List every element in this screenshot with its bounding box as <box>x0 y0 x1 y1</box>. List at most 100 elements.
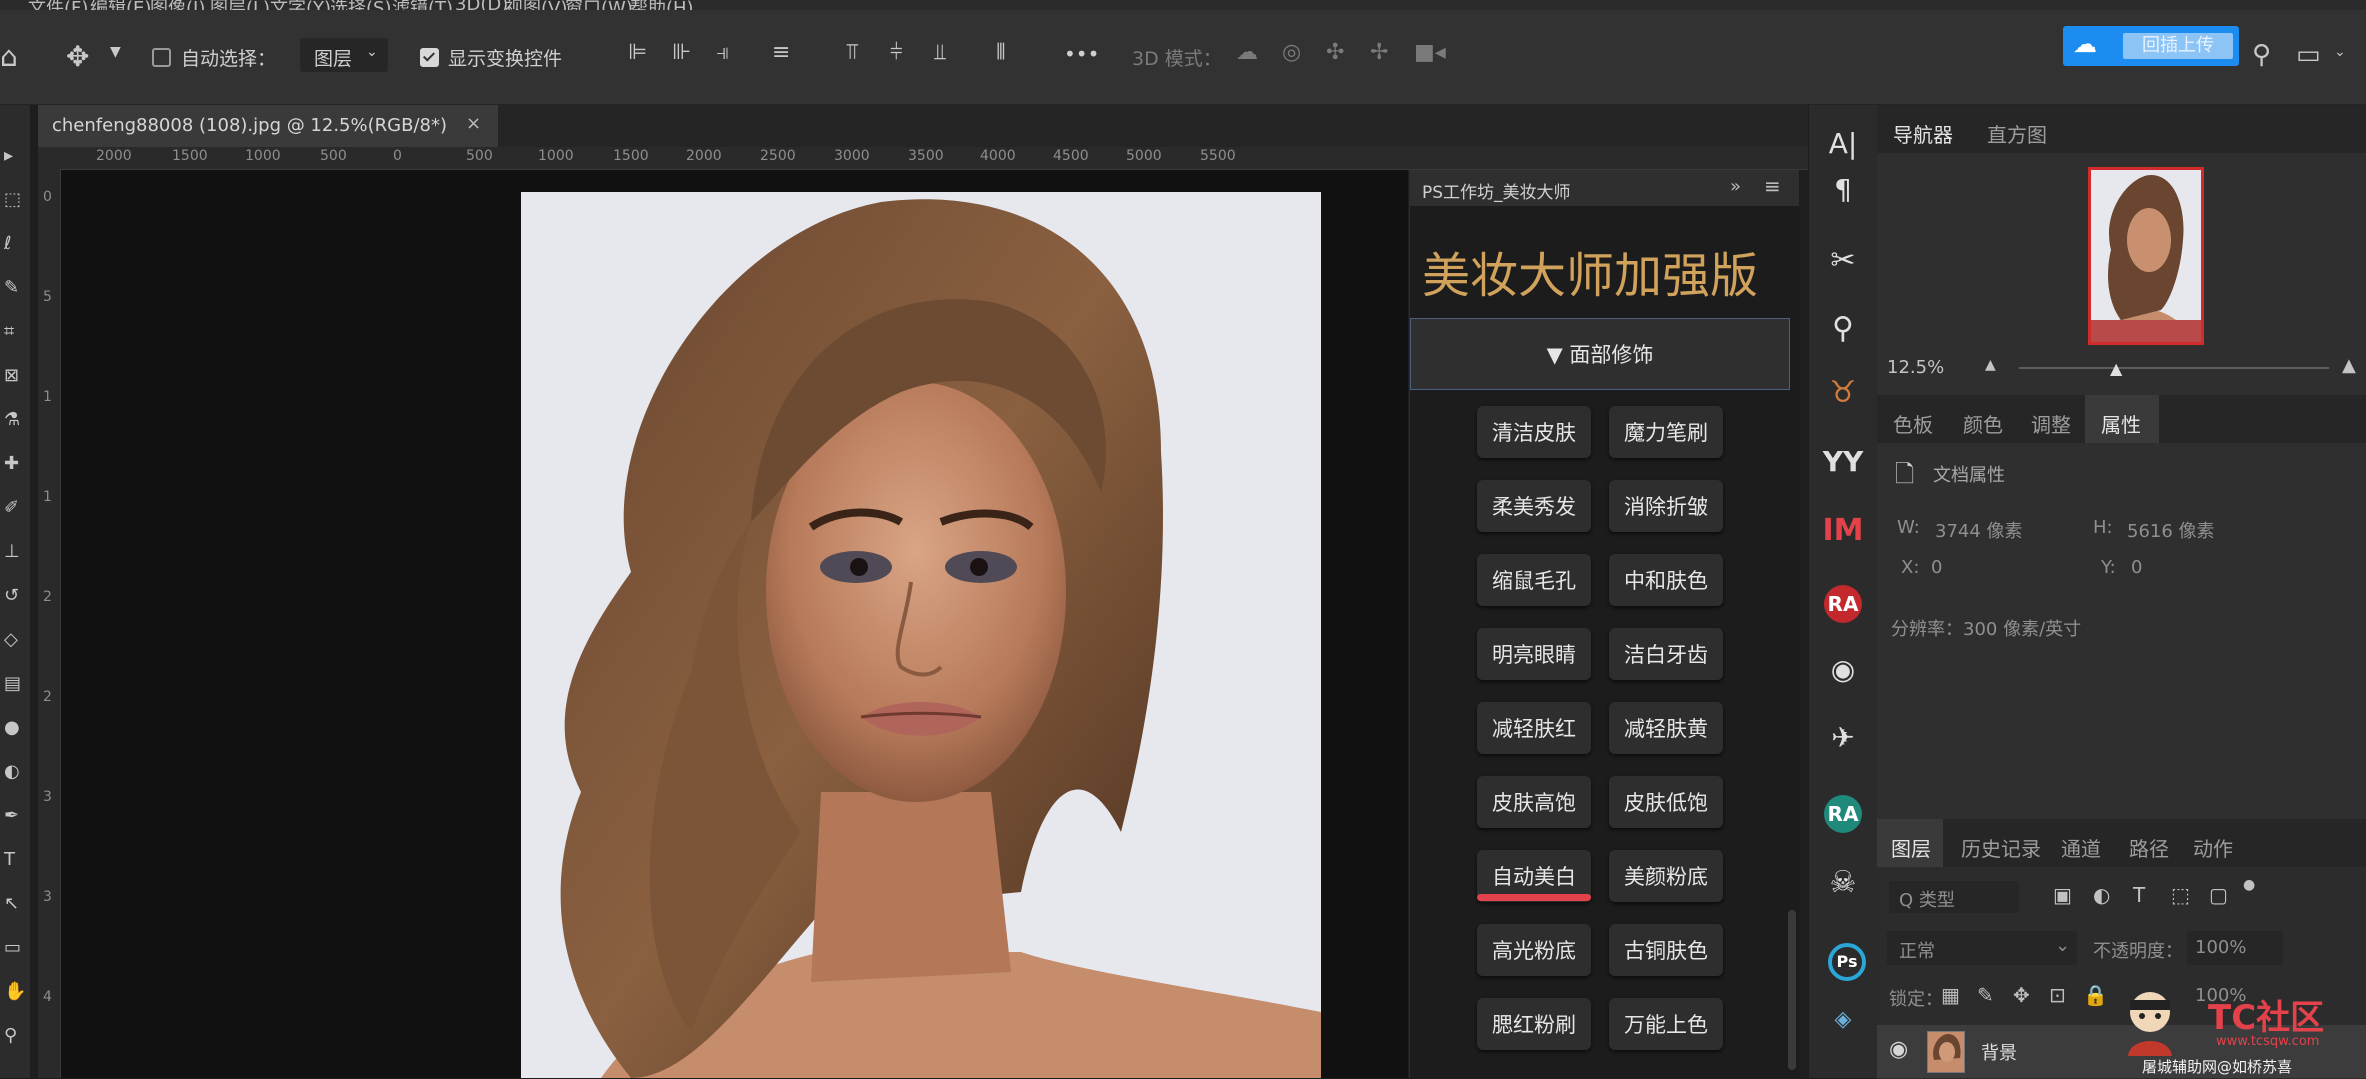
opacity-field[interactable]: 100% <box>2187 931 2283 965</box>
gradient-tool-icon[interactable]: ▤ <box>4 673 21 694</box>
filter-toggle-icon[interactable]: ● <box>2243 877 2255 893</box>
collapse-icon[interactable]: » <box>1730 176 1741 197</box>
lock-position-icon[interactable]: ✥ <box>2013 983 2030 1007</box>
panel-menu-icon[interactable]: ≡ <box>1764 174 1781 198</box>
tab-paths[interactable]: 路径 <box>2129 833 2169 862</box>
plugin-tab-title[interactable]: PS工作坊_美妆大师 <box>1422 178 1571 203</box>
tab-properties[interactable]: 属性 <box>2101 409 2141 438</box>
yy-plugin-icon[interactable]: YY <box>1809 445 1877 478</box>
shield-plugin-icon[interactable]: ◈ <box>1809 1007 1877 1032</box>
distribute-vertical-icon[interactable]: ⦀ <box>996 40 1006 65</box>
zoom-slider-track[interactable] <box>2019 367 2329 369</box>
crop-tool-icon[interactable]: ⌗ <box>4 321 14 342</box>
align-left-icon[interactable]: ⊫ <box>628 40 647 65</box>
clean-skin-button[interactable]: 清洁皮肤 <box>1477 406 1591 458</box>
white-teeth-button[interactable]: 洁白牙齿 <box>1609 628 1723 680</box>
blend-mode-dropdown[interactable]: 正常 ⌄ <box>1887 931 2077 965</box>
show-transform-checkbox[interactable] <box>420 48 439 67</box>
quick-select-tool-icon[interactable]: ✎ <box>4 277 19 298</box>
eyedropper-tool-icon[interactable]: ⚗ <box>4 409 20 430</box>
blush-brush-button[interactable]: 腮红粉刷 <box>1477 998 1591 1050</box>
layer-name[interactable]: 背景 <box>1981 1039 2017 1065</box>
distribute-icon[interactable]: ≡ <box>772 40 790 65</box>
skin-low-saturation-button[interactable]: 皮肤低饱 <box>1609 776 1723 828</box>
hand-tool-icon[interactable]: ✋ <box>4 981 26 1002</box>
zoom-slider-handle[interactable]: ▲ <box>2110 359 2122 378</box>
close-icon[interactable]: × <box>466 113 481 134</box>
home-icon[interactable]: ⌂ <box>0 40 18 73</box>
paragraph-panel-icon[interactable]: ¶ <box>1809 173 1877 206</box>
lock-artboard-icon[interactable]: ⊡ <box>2049 983 2066 1007</box>
filter-pixel-icon[interactable]: ▣ <box>2053 883 2072 907</box>
workspace-icon[interactable]: ▭ <box>2296 40 2321 70</box>
more-options-button[interactable]: ••• <box>1064 42 1099 66</box>
filter-smart-object-icon[interactable]: ▢ <box>2209 883 2228 907</box>
3d-pan-icon[interactable]: ✣ <box>1326 40 1344 65</box>
filter-shape-icon[interactable]: ⬚ <box>2171 883 2190 907</box>
skin-high-saturation-button[interactable]: 皮肤高饱 <box>1477 776 1591 828</box>
tab-channels[interactable]: 通道 <box>2061 833 2101 862</box>
section-face-retouch[interactable]: ▼ 面部修饰 <box>1410 318 1790 390</box>
bright-eyes-button[interactable]: 明亮眼睛 <box>1477 628 1591 680</box>
camera-plugin-icon[interactable]: ◉ <box>1809 653 1877 686</box>
tab-layers[interactable]: 图层 <box>1891 833 1931 862</box>
highlight-foundation-button[interactable]: 高光粉底 <box>1477 924 1591 976</box>
align-hcenter-icon[interactable]: ⊪ <box>672 40 691 65</box>
shrink-pores-button[interactable]: 缩鼠毛孔 <box>1477 554 1591 606</box>
healing-tool-icon[interactable]: ✚ <box>4 453 19 474</box>
height-value[interactable]: 5616 像素 <box>2127 517 2215 543</box>
blur-tool-icon[interactable]: ● <box>4 717 20 738</box>
lock-pixels-icon[interactable]: ✎ <box>1977 983 1994 1007</box>
reduce-yellow-button[interactable]: 减轻肤黄 <box>1609 702 1723 754</box>
filter-type-icon[interactable]: T <box>2133 883 2145 907</box>
3d-roll-icon[interactable]: ◎ <box>1282 40 1301 65</box>
lasso-tool-icon[interactable]: ℓ <box>4 233 11 254</box>
soft-hair-button[interactable]: 柔美秀发 <box>1477 480 1591 532</box>
lock-all-icon[interactable]: 🔒 <box>2083 983 2108 1007</box>
bronze-skin-button[interactable]: 古铜肤色 <box>1609 924 1723 976</box>
marquee-tool-icon[interactable]: ⬚ <box>4 189 21 210</box>
y-value[interactable]: 0 <box>2131 557 2142 578</box>
3d-orbit-icon[interactable]: ☁ <box>1236 40 1258 65</box>
layer-filter-dropdown[interactable]: Q 类型 <box>1889 881 2019 913</box>
x-value[interactable]: 0 <box>1931 557 1942 578</box>
pen-tool-icon[interactable]: ✒ <box>4 805 19 826</box>
search-icon[interactable]: ⚲ <box>2252 40 2271 70</box>
reduce-redness-button[interactable]: 减轻肤红 <box>1477 702 1591 754</box>
tab-navigator[interactable]: 导航器 <box>1893 119 1953 148</box>
brush-plugin-icon[interactable]: ⚲ <box>1809 311 1877 346</box>
scissors-plugin-icon[interactable]: ✂ <box>1809 243 1877 278</box>
shape-tool-icon[interactable]: ▭ <box>4 937 21 958</box>
ps-plugin-icon[interactable]: Ps <box>1828 943 1866 981</box>
remove-wrinkles-button[interactable]: 消除折皱 <box>1609 480 1723 532</box>
universal-color-button[interactable]: 万能上色 <box>1609 998 1723 1050</box>
zoom-in-icon[interactable]: ▲ <box>2342 355 2356 376</box>
tab-actions[interactable]: 动作 <box>2193 833 2233 862</box>
navigator-thumbnail[interactable] <box>2088 167 2204 345</box>
chevron-down-icon[interactable]: ▼ <box>110 44 121 60</box>
align-top-icon[interactable]: ⫪ <box>846 40 858 65</box>
eraser-tool-icon[interactable]: ◇ <box>4 629 18 650</box>
eye-icon[interactable]: ◉ <box>1889 1037 1908 1062</box>
magic-brush-button[interactable]: 魔力笔刷 <box>1609 406 1723 458</box>
lock-transparency-icon[interactable]: ▦ <box>1941 983 1960 1007</box>
move-tool-icon[interactable]: ✥ <box>66 40 89 73</box>
tab-adjustments[interactable]: 调整 <box>2031 409 2071 438</box>
bird-plugin-icon[interactable]: ✈ <box>1809 721 1877 754</box>
path-select-tool-icon[interactable]: ↖ <box>4 893 19 914</box>
history-brush-tool-icon[interactable]: ↺ <box>4 585 19 606</box>
width-value[interactable]: 3744 像素 <box>1935 517 2023 543</box>
dodge-tool-icon[interactable]: ◐ <box>4 761 20 782</box>
align-bottom-icon[interactable]: ⫫ <box>934 40 946 65</box>
zoom-out-icon[interactable]: ▲ <box>1985 357 1996 373</box>
stamp-tool-icon[interactable]: ⊥ <box>4 541 20 562</box>
move-tool-icon[interactable]: ▸ <box>4 145 13 166</box>
align-right-icon[interactable]: ⫣ <box>716 40 729 65</box>
beauty-foundation-button[interactable]: 美颜粉底 <box>1609 850 1723 902</box>
type-tool-icon[interactable]: T <box>4 849 15 870</box>
im-plugin-icon[interactable]: IM <box>1809 513 1877 548</box>
character-panel-icon[interactable]: A| <box>1809 127 1877 160</box>
tab-color[interactable]: 颜色 <box>1963 409 2003 438</box>
document-tab[interactable]: chenfeng88008 (108).jpg @ 12.5%(RGB/8*) … <box>38 105 498 147</box>
auto-select-dropdown[interactable]: 图层 ⌄ <box>300 38 388 72</box>
